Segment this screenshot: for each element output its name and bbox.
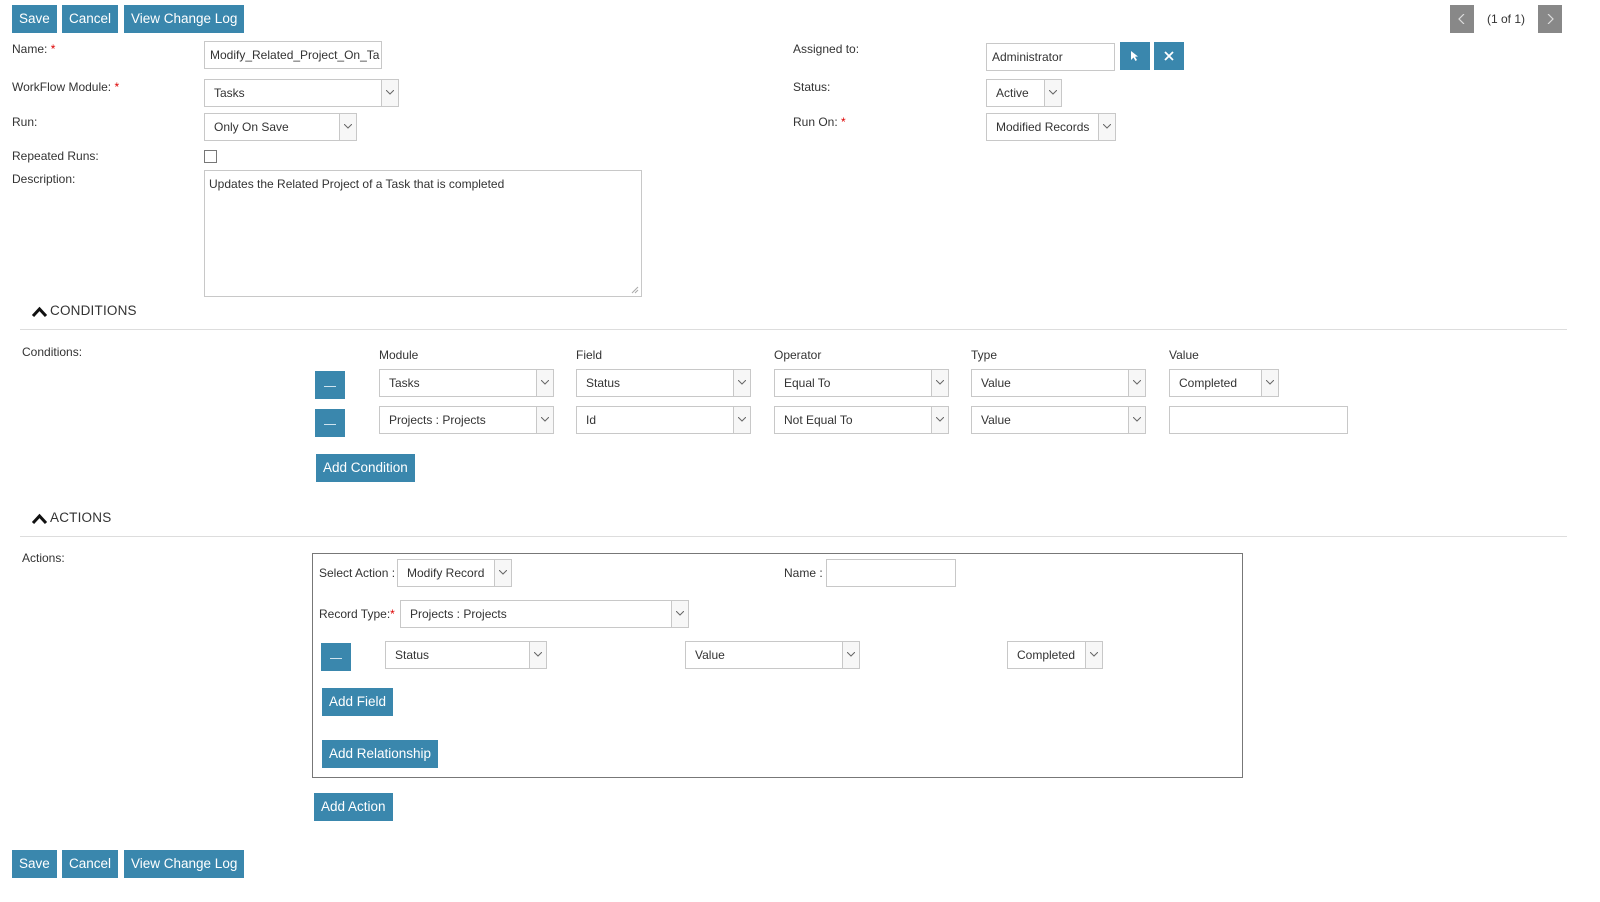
chevron-down-icon [499, 570, 507, 575]
chevron-up-icon [31, 513, 48, 525]
view-change-log-button-bottom[interactable]: View Change Log [124, 850, 245, 878]
conditions-divider [20, 329, 1567, 330]
header-operator: Operator [774, 348, 822, 362]
close-icon [1164, 51, 1174, 61]
chevron-down-icon [1103, 124, 1111, 129]
save-button-bottom[interactable]: Save [12, 850, 57, 878]
chevron-down-icon [738, 380, 746, 385]
chevron-down-icon [386, 90, 394, 95]
workflow-module-label: WorkFlow Module: * [12, 80, 120, 94]
add-field-button[interactable]: Add Field [322, 688, 394, 716]
header-module: Module [379, 348, 419, 362]
resize-handle-icon[interactable] [631, 286, 639, 294]
status-select[interactable]: Active [986, 79, 1062, 107]
record-type-select[interactable]: Projects : Projects [400, 600, 689, 628]
actions-divider [20, 536, 1567, 537]
name-label: Name: * [12, 42, 56, 56]
record-type-label: Record Type:* [319, 607, 395, 621]
action-value-select[interactable]: Completed [1007, 641, 1103, 669]
condition-value-select[interactable]: Completed [1169, 369, 1279, 397]
run-label: Run: [12, 115, 38, 129]
assigned-to-label: Assigned to: [793, 42, 860, 56]
condition-field-select[interactable]: Id [576, 406, 751, 434]
chevron-down-icon [541, 417, 549, 422]
cursor-icon [1131, 51, 1138, 61]
prev-page-button[interactable] [1450, 5, 1474, 33]
select-action-label: Select Action : [319, 566, 396, 580]
condition-operator-select[interactable]: Equal To [774, 369, 949, 397]
header-type: Type [971, 348, 998, 362]
chevron-right-icon [1547, 14, 1554, 24]
save-button-top[interactable]: Save [12, 5, 57, 33]
cancel-button-top[interactable]: Cancel [62, 5, 119, 33]
action-type-select[interactable]: Value [685, 641, 860, 669]
chevron-down-icon [1090, 652, 1098, 657]
condition-module-select[interactable]: Tasks [379, 369, 554, 397]
run-on-label: Run On: * [793, 115, 846, 129]
action-name-label: Name : [784, 566, 823, 580]
chevron-down-icon [534, 652, 542, 657]
chevron-down-icon [676, 611, 684, 616]
chevron-down-icon [1266, 380, 1274, 385]
condition-type-select[interactable]: Value [971, 369, 1146, 397]
condition-operator-select[interactable]: Not Equal To [774, 406, 949, 434]
action-name-input[interactable] [826, 559, 956, 587]
select-action-select[interactable]: Modify Record [397, 559, 512, 587]
add-relationship-button[interactable]: Add Relationship [322, 740, 439, 768]
workflow-module-select[interactable]: Tasks [204, 79, 399, 107]
chevron-up-icon [31, 306, 48, 318]
chevron-down-icon [1133, 380, 1141, 385]
conditions-section-toggle[interactable]: CONDITIONS [31, 303, 137, 318]
remove-field-button[interactable] [321, 643, 351, 671]
run-select[interactable]: Only On Save [204, 113, 357, 141]
add-condition-button[interactable]: Add Condition [316, 454, 415, 482]
description-label: Description: [12, 172, 76, 186]
chevron-down-icon [936, 380, 944, 385]
remove-condition-button[interactable] [315, 371, 345, 399]
run-on-select[interactable]: Modified Records [986, 113, 1116, 141]
condition-module-select[interactable]: Projects : Projects [379, 406, 554, 434]
conditions-label: Conditions: [22, 345, 83, 359]
assigned-to-input[interactable]: Administrator [986, 43, 1115, 71]
chevron-down-icon [847, 652, 855, 657]
condition-field-select[interactable]: Status [576, 369, 751, 397]
header-value: Value [1169, 348, 1199, 362]
cancel-button-bottom[interactable]: Cancel [62, 850, 119, 878]
chevron-down-icon [936, 417, 944, 422]
chevron-down-icon [1049, 90, 1057, 95]
view-change-log-button-top[interactable]: View Change Log [124, 5, 245, 33]
header-field: Field [576, 348, 603, 362]
add-action-button[interactable]: Add Action [314, 793, 393, 821]
name-input[interactable]: Modify_Related_Project_On_Ta [204, 41, 382, 69]
actions-label: Actions: [22, 551, 65, 565]
condition-type-select[interactable]: Value [971, 406, 1146, 434]
select-user-button[interactable] [1120, 42, 1150, 70]
condition-value-input[interactable] [1169, 406, 1348, 434]
remove-condition-button[interactable] [315, 409, 345, 437]
actions-section-toggle[interactable]: ACTIONS [31, 510, 111, 525]
status-label: Status: [793, 80, 831, 94]
action-field-select[interactable]: Status [385, 641, 547, 669]
next-page-button[interactable] [1538, 5, 1562, 33]
chevron-down-icon [738, 417, 746, 422]
description-textarea[interactable]: Updates the Related Project of a Task th… [204, 170, 642, 297]
clear-user-button[interactable] [1154, 42, 1184, 70]
chevron-left-icon [1458, 14, 1465, 24]
pagination-text: (1 of 1) [1487, 12, 1526, 26]
repeated-runs-label: Repeated Runs: [12, 149, 99, 163]
chevron-down-icon [1133, 417, 1141, 422]
repeated-runs-checkbox[interactable] [204, 150, 217, 163]
chevron-down-icon [344, 124, 352, 129]
chevron-down-icon [541, 380, 549, 385]
